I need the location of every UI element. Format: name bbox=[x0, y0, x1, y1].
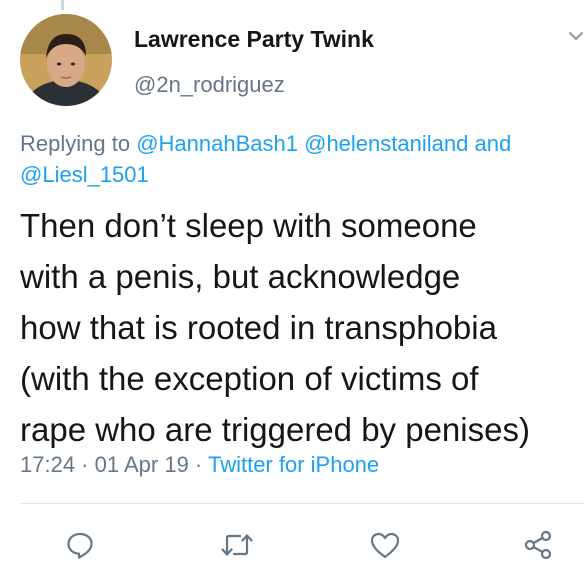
meta-separator: · bbox=[75, 452, 95, 477]
tweet-date: 01 Apr 19 bbox=[94, 452, 189, 477]
chevron-down-icon[interactable] bbox=[568, 28, 584, 44]
mention-link[interactable]: @HannahBash1 bbox=[136, 131, 298, 156]
replying-to: Replying to @HannahBash1 @helenstaniland… bbox=[20, 128, 584, 190]
retweet-button[interactable] bbox=[217, 525, 257, 565]
like-button[interactable] bbox=[365, 525, 405, 565]
thread-line bbox=[61, 0, 64, 10]
avatar[interactable] bbox=[20, 14, 112, 106]
reply-button[interactable] bbox=[60, 525, 100, 565]
share-icon bbox=[524, 530, 552, 560]
like-icon bbox=[370, 532, 400, 559]
share-button[interactable] bbox=[518, 525, 558, 565]
divider bbox=[20, 503, 584, 504]
tweet-meta: 17:24 · 01 Apr 19 · Twitter for iPhone bbox=[20, 452, 379, 478]
mention-joiner[interactable]: and bbox=[474, 131, 511, 156]
reply-icon bbox=[67, 532, 93, 559]
tweet-time: 17:24 bbox=[20, 452, 76, 477]
author-display-name[interactable]: Lawrence Party Twink bbox=[134, 26, 374, 53]
author-handle[interactable]: @2n_rodriguez bbox=[134, 72, 285, 98]
tweet-text: Then don’t sleep with someone with a pen… bbox=[20, 207, 530, 448]
tweet-source-link[interactable]: Twitter for iPhone bbox=[208, 452, 379, 477]
retweet-icon bbox=[221, 534, 253, 556]
mention-link[interactable]: @Liesl_1501 bbox=[20, 162, 149, 187]
replying-to-label: Replying to bbox=[20, 131, 131, 156]
meta-separator: · bbox=[188, 452, 208, 477]
mention-link[interactable]: @helenstaniland bbox=[304, 131, 468, 156]
